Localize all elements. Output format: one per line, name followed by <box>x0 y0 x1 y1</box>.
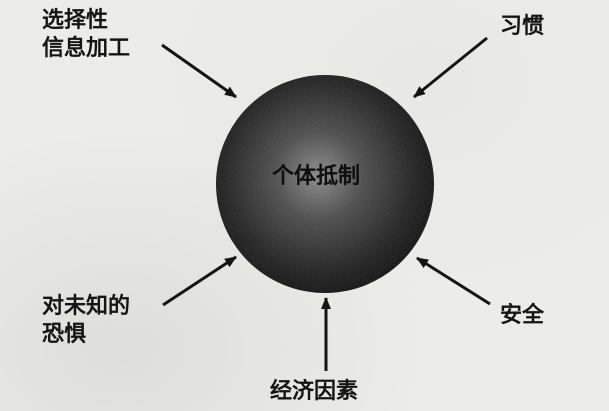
diagram-canvas: 个体抵制 选择性 信息加工 习惯 对未知的 恐惧 安全 经济因素 <box>0 0 609 411</box>
factor-economic: 经济因素 <box>270 379 359 404</box>
arrow-fear-unknown <box>162 255 237 307</box>
factor-selective-processing: 选择性 信息加工 <box>42 7 130 63</box>
factor-selective-processing-line-2: 信息加工 <box>42 36 131 61</box>
arrow-habit <box>413 36 488 99</box>
center-label: 个体抵制 <box>272 164 361 189</box>
factor-fear-unknown-line-2: 恐惧 <box>42 322 87 347</box>
factor-selective-processing-line-1: 选择性 <box>42 8 109 33</box>
arrow-selective-processing <box>161 43 237 99</box>
factor-fear-unknown: 对未知的 恐惧 <box>42 293 130 349</box>
factor-habit: 习惯 <box>500 14 545 39</box>
factor-security: 安全 <box>500 303 545 328</box>
arrow-security <box>416 256 491 306</box>
factor-fear-unknown-line-1: 对未知的 <box>42 294 131 319</box>
